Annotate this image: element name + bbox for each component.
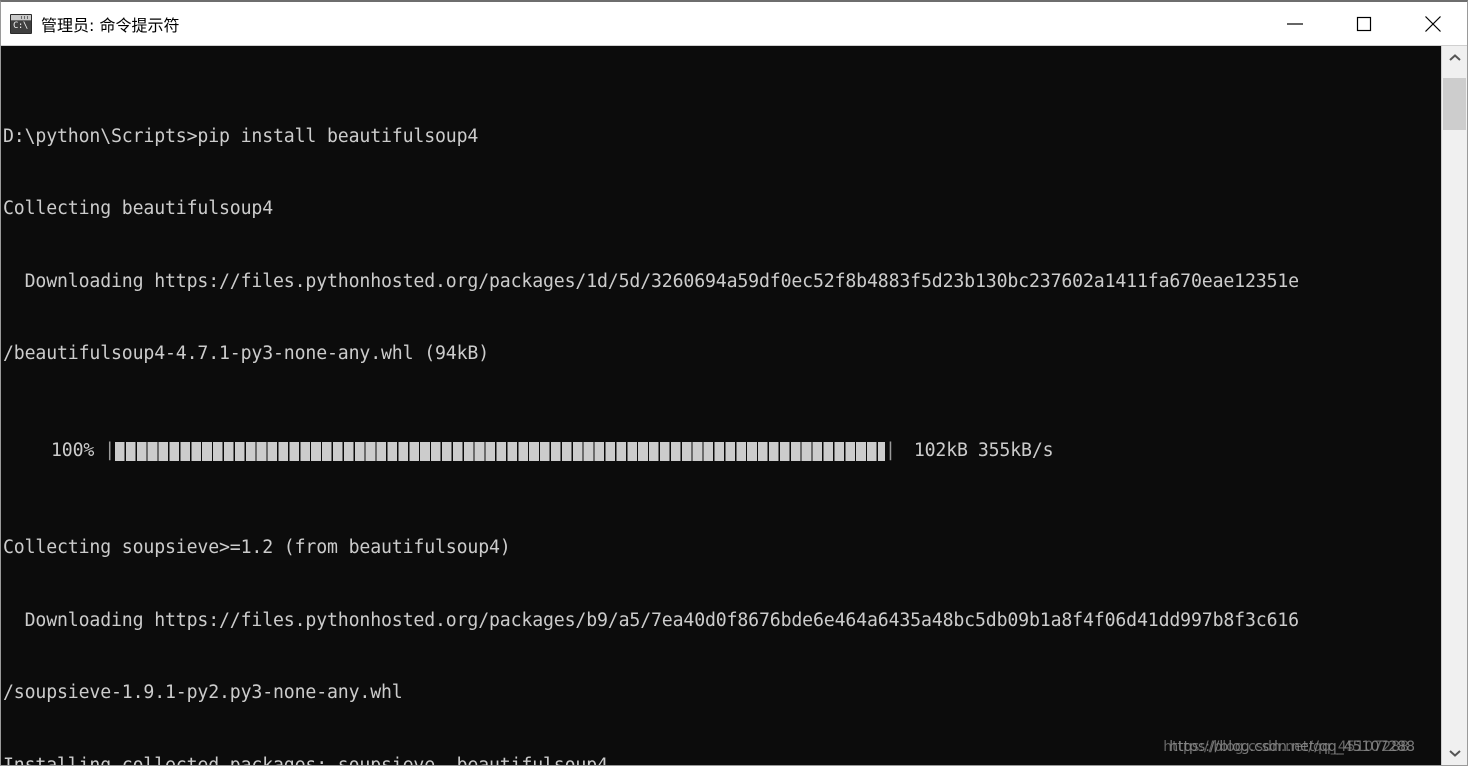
cmd-icon[interactable]: C:\ — [10, 13, 32, 34]
terminal-line: Downloading https://files.pythonhosted.o… — [3, 270, 1300, 292]
progress-left-delimiter: | — [104, 440, 116, 462]
close-icon — [1424, 15, 1441, 32]
terminal-line: /soupsieve-1.9.1-py2.py3-none-any.whl — [3, 682, 403, 704]
close-button[interactable] — [1398, 2, 1467, 45]
title-bar[interactable]: C:\ 管理员: 命令提示符 — [1, 2, 1467, 45]
scroll-thumb[interactable] — [1443, 78, 1466, 130]
terminal-line: Downloading https://files.pythonhosted.o… — [3, 609, 1300, 631]
terminal-output[interactable]: D:\python\Scripts>pip install beautifuls… — [1, 46, 1441, 765]
command-prompt-window: C:\ 管理员: 命令提示符 D:\python\Scripts>pip ins… — [0, 0, 1468, 766]
progress-speed: 355kB/s — [977, 440, 1054, 462]
console-area: D:\python\Scripts>pip install beautifuls… — [1, 45, 1467, 765]
window-title: 管理员: 命令提示符 — [41, 15, 180, 35]
chevron-up-icon — [1448, 54, 1461, 61]
minimize-button[interactable] — [1260, 2, 1329, 45]
progress-downloaded: 102kB — [913, 440, 968, 462]
terminal-line: Collecting beautifulsoup4 — [3, 198, 273, 220]
cmd-icon-dots — [21, 15, 30, 19]
maximize-button[interactable] — [1329, 2, 1398, 45]
progress-percent: 100% — [51, 440, 95, 462]
window-controls — [1260, 2, 1467, 45]
progress-bar-fill — [115, 441, 886, 461]
progress-right-delimiter: | — [885, 440, 896, 462]
maximize-icon — [1356, 16, 1371, 31]
title-bar-left: C:\ 管理员: 命令提示符 — [10, 12, 1260, 36]
terminal-line: Installing collected packages: soupsieve… — [3, 754, 1441, 765]
minimize-icon — [1286, 22, 1303, 25]
download-progress-line: 100% | | 102kB 355kB/s — [3, 439, 1441, 463]
scroll-up-arrow[interactable] — [1442, 46, 1467, 70]
terminal-line: /beautifulsoup4-4.7.1-py3-none-any.whl (… — [3, 343, 489, 365]
terminal-lines: D:\python\Scripts>pip install beautifuls… — [3, 52, 1441, 765]
terminal-line: Collecting soupsieve>=1.2 (from beautifu… — [3, 536, 511, 558]
vertical-scrollbar[interactable] — [1441, 46, 1467, 765]
chevron-down-icon — [1448, 750, 1461, 757]
scrollbar-track[interactable] — [1442, 70, 1467, 741]
terminal-line: D:\python\Scripts>pip install beautifuls… — [3, 125, 479, 147]
scroll-down-arrow[interactable] — [1442, 741, 1467, 765]
cmd-icon-glyph: C:\ — [13, 20, 28, 31]
